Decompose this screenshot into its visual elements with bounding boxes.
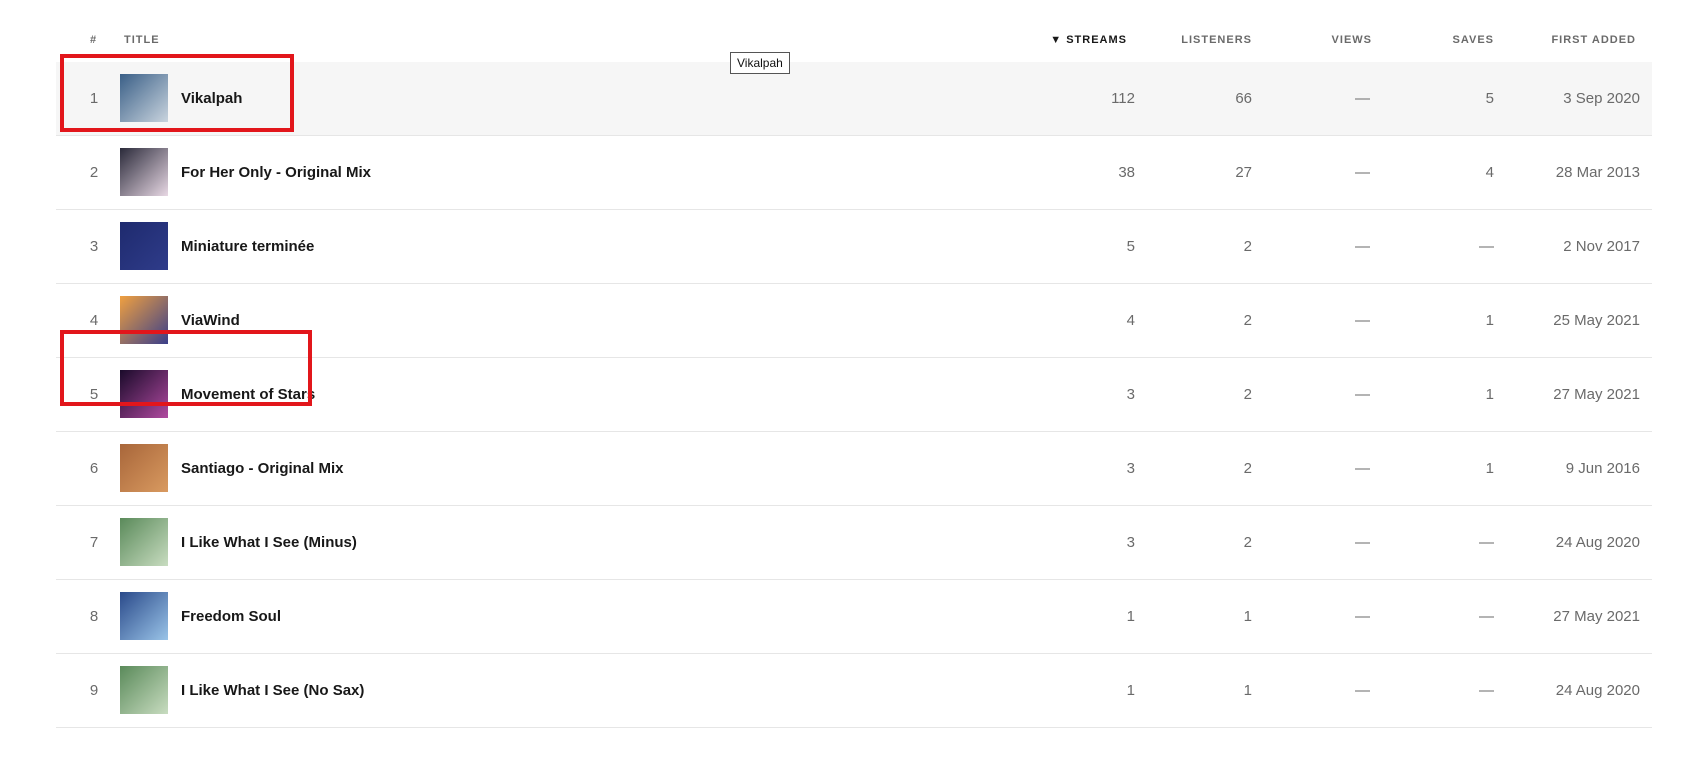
- track-title[interactable]: Vikalpah: [181, 90, 242, 107]
- track-number: 6: [89, 460, 99, 477]
- listeners-value: 66: [1235, 90, 1252, 107]
- streams-value: 3: [1126, 534, 1135, 551]
- table-row[interactable]: 9 I Like What I See (No Sax) 1 1 — — 24 …: [56, 654, 1652, 728]
- table-body: 1 Vikalpah 112 66 — 5 3 Sep 2020 2 For H…: [56, 62, 1652, 728]
- header-title[interactable]: TITLE: [124, 34, 160, 46]
- listeners-value: 2: [1243, 460, 1252, 477]
- album-art-icon[interactable]: [120, 518, 168, 566]
- track-title[interactable]: For Her Only - Original Mix: [181, 164, 371, 181]
- table-header: # TITLE ▼ STREAMS LISTENERS VIEWS SAVES …: [56, 22, 1652, 62]
- track-number: 5: [89, 386, 99, 403]
- views-value: —: [1355, 460, 1370, 477]
- table-row[interactable]: 5 Movement of Stars 3 2 — 1 27 May 2021: [56, 358, 1652, 432]
- first-added-value: 24 Aug 2020: [1555, 534, 1640, 551]
- listeners-value: 1: [1243, 682, 1252, 699]
- track-number: 7: [89, 534, 99, 551]
- album-art-icon[interactable]: [120, 296, 168, 344]
- streams-value: 38: [1118, 164, 1135, 181]
- header-saves[interactable]: SAVES: [1453, 34, 1494, 46]
- listeners-value: 2: [1243, 534, 1252, 551]
- table-row[interactable]: 8 Freedom Soul 1 1 — — 27 May 2021: [56, 580, 1652, 654]
- header-streams-sorted[interactable]: ▼ STREAMS: [1050, 34, 1127, 46]
- streams-value: 1: [1126, 682, 1135, 699]
- header-views[interactable]: VIEWS: [1332, 34, 1372, 46]
- header-listeners[interactable]: LISTENERS: [1181, 34, 1252, 46]
- streams-value: 3: [1126, 386, 1135, 403]
- views-value: —: [1355, 608, 1370, 625]
- listeners-value: 2: [1243, 312, 1252, 329]
- streams-value: 5: [1126, 238, 1135, 255]
- views-value: —: [1355, 164, 1370, 181]
- title-tooltip: Vikalpah: [730, 52, 790, 74]
- album-art-icon[interactable]: [120, 74, 168, 122]
- album-art-icon[interactable]: [120, 370, 168, 418]
- first-added-value: 24 Aug 2020: [1555, 682, 1640, 699]
- streams-value: 3: [1126, 460, 1135, 477]
- track-title[interactable]: ViaWind: [181, 312, 240, 329]
- saves-value: 4: [1485, 164, 1494, 181]
- saves-value: 1: [1485, 312, 1494, 329]
- first-added-value: 2 Nov 2017: [1563, 238, 1640, 255]
- listeners-value: 27: [1235, 164, 1252, 181]
- track-title[interactable]: Santiago - Original Mix: [181, 460, 344, 477]
- track-number: 2: [89, 164, 99, 181]
- first-added-value: 3 Sep 2020: [1563, 90, 1640, 107]
- first-added-value: 25 May 2021: [1553, 312, 1640, 329]
- listeners-value: 2: [1243, 386, 1252, 403]
- track-number: 9: [89, 682, 99, 699]
- album-art-icon[interactable]: [120, 222, 168, 270]
- tracks-table: # TITLE ▼ STREAMS LISTENERS VIEWS SAVES …: [56, 22, 1652, 728]
- album-art-icon[interactable]: [120, 148, 168, 196]
- table-row[interactable]: 1 Vikalpah 112 66 — 5 3 Sep 2020: [56, 62, 1652, 136]
- saves-value: 1: [1485, 460, 1494, 477]
- album-art-icon[interactable]: [120, 444, 168, 492]
- table-row[interactable]: 4 ViaWind 4 2 — 1 25 May 2021: [56, 284, 1652, 358]
- views-value: —: [1355, 238, 1370, 255]
- saves-value: —: [1479, 534, 1494, 551]
- streams-value: 1: [1126, 608, 1135, 625]
- views-value: —: [1355, 682, 1370, 699]
- album-art-icon[interactable]: [120, 666, 168, 714]
- saves-value: —: [1479, 238, 1494, 255]
- views-value: —: [1355, 90, 1370, 107]
- table-row[interactable]: 2 For Her Only - Original Mix 38 27 — 4 …: [56, 136, 1652, 210]
- header-num: #: [90, 34, 98, 46]
- listeners-value: 2: [1243, 238, 1252, 255]
- track-title[interactable]: I Like What I See (No Sax): [181, 682, 364, 699]
- saves-value: 1: [1485, 386, 1494, 403]
- saves-value: 5: [1485, 90, 1494, 107]
- streams-value: 4: [1126, 312, 1135, 329]
- saves-value: —: [1479, 608, 1494, 625]
- views-value: —: [1355, 312, 1370, 329]
- first-added-value: 28 Mar 2013: [1555, 164, 1640, 181]
- views-value: —: [1355, 534, 1370, 551]
- track-number: 8: [89, 608, 99, 625]
- first-added-value: 27 May 2021: [1553, 386, 1640, 403]
- table-row[interactable]: 6 Santiago - Original Mix 3 2 — 1 9 Jun …: [56, 432, 1652, 506]
- saves-value: —: [1479, 682, 1494, 699]
- track-title[interactable]: Movement of Stars: [181, 386, 315, 403]
- track-number: 1: [89, 90, 99, 107]
- first-added-value: 27 May 2021: [1553, 608, 1640, 625]
- header-first-added[interactable]: FIRST ADDED: [1551, 34, 1636, 46]
- album-art-icon[interactable]: [120, 592, 168, 640]
- track-number: 4: [89, 312, 99, 329]
- streams-value: 112: [1111, 90, 1135, 107]
- track-number: 3: [89, 238, 99, 255]
- views-value: —: [1355, 386, 1370, 403]
- table-row[interactable]: 3 Miniature terminée 5 2 — — 2 Nov 2017: [56, 210, 1652, 284]
- listeners-value: 1: [1243, 608, 1252, 625]
- track-title[interactable]: Miniature terminée: [181, 238, 314, 255]
- first-added-value: 9 Jun 2016: [1565, 460, 1640, 477]
- table-row[interactable]: 7 I Like What I See (Minus) 3 2 — — 24 A…: [56, 506, 1652, 580]
- track-title[interactable]: I Like What I See (Minus): [181, 534, 357, 551]
- track-title[interactable]: Freedom Soul: [181, 608, 281, 625]
